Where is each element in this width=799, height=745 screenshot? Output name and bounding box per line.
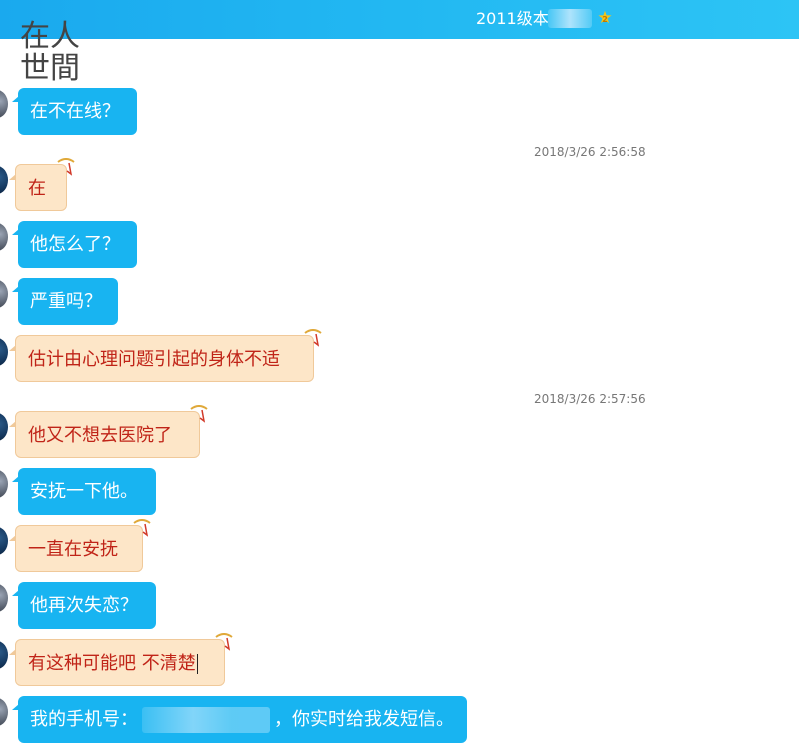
redacted-phone-number — [142, 707, 270, 733]
received-message-bubble[interactable]: 他又不想去医院了 — [9, 405, 208, 458]
contact-avatar[interactable] — [0, 413, 8, 441]
my-avatar[interactable] — [0, 280, 8, 308]
message-text: 估计由心理问题引起的身体不适 — [28, 349, 280, 370]
sent-message-bubble[interactable]: 他怎么了？ — [12, 221, 137, 268]
my-avatar[interactable] — [0, 470, 8, 498]
my-avatar[interactable] — [0, 698, 8, 726]
watermark-logo: 在人 世間 — [20, 20, 80, 84]
received-message-bubble[interactable]: 有这种可能吧 不清楚 — [9, 633, 233, 686]
contact-avatar[interactable] — [0, 527, 8, 555]
message-text: 他又不想去医院了 — [28, 425, 172, 446]
sent-message-bubble[interactable]: 在不在线？ — [12, 88, 137, 135]
message-timestamp: 2018/3/26 2:57:56 — [534, 392, 646, 406]
message-text-before: 我的手机号： — [30, 709, 138, 730]
sent-message-bubble[interactable]: 严重吗？ — [12, 278, 118, 325]
received-message-bubble[interactable]: 一直在安抚 — [9, 519, 151, 572]
bubble-ribbon-icon — [304, 329, 322, 347]
message-text-after: ，你实时给我发短信。 — [274, 709, 454, 730]
contact-avatar[interactable] — [0, 166, 8, 194]
contact-avatar[interactable] — [0, 338, 8, 366]
message-text: 在不在线？ — [30, 101, 120, 122]
message-text: 有这种可能吧 不清楚 — [28, 653, 196, 674]
sent-message-bubble[interactable]: 安抚一下他。 — [12, 468, 156, 515]
my-avatar[interactable] — [0, 584, 8, 612]
redacted-name — [548, 9, 592, 28]
text-cursor — [196, 654, 198, 674]
chat-header-bar: 2011级本 ★ 2 — [0, 0, 799, 39]
level-number: 2 — [602, 15, 608, 24]
message-text: 安抚一下他。 — [30, 481, 138, 502]
my-avatar[interactable] — [0, 90, 8, 118]
received-message-bubble[interactable]: 估计由心理问题引起的身体不适 — [9, 329, 322, 382]
contact-avatar[interactable] — [0, 641, 8, 669]
message-text: 他再次失恋？ — [30, 595, 138, 616]
sent-message-bubble[interactable]: 他再次失恋？ — [12, 582, 156, 629]
bubble-ribbon-icon — [215, 633, 233, 651]
watermark-line2: 世間 — [20, 52, 80, 84]
sent-message-bubble[interactable]: 我的手机号： ，你实时给我发短信。 — [12, 696, 467, 743]
message-text: 严重吗？ — [30, 291, 102, 312]
message-text: 在 — [28, 178, 46, 199]
star-level-icon: ★ 2 — [597, 8, 613, 28]
chat-title[interactable]: 2011级本 — [476, 9, 549, 29]
message-text: 一直在安抚 — [28, 539, 118, 560]
watermark-line1: 在人 — [20, 20, 80, 53]
bubble-ribbon-icon — [190, 405, 208, 423]
bubble-ribbon-icon — [133, 519, 151, 537]
received-message-bubble[interactable]: 在 — [9, 158, 75, 211]
message-text: 他怎么了？ — [30, 234, 120, 255]
bubble-ribbon-icon — [57, 158, 75, 176]
my-avatar[interactable] — [0, 223, 8, 251]
message-timestamp: 2018/3/26 2:56:58 — [534, 145, 646, 159]
